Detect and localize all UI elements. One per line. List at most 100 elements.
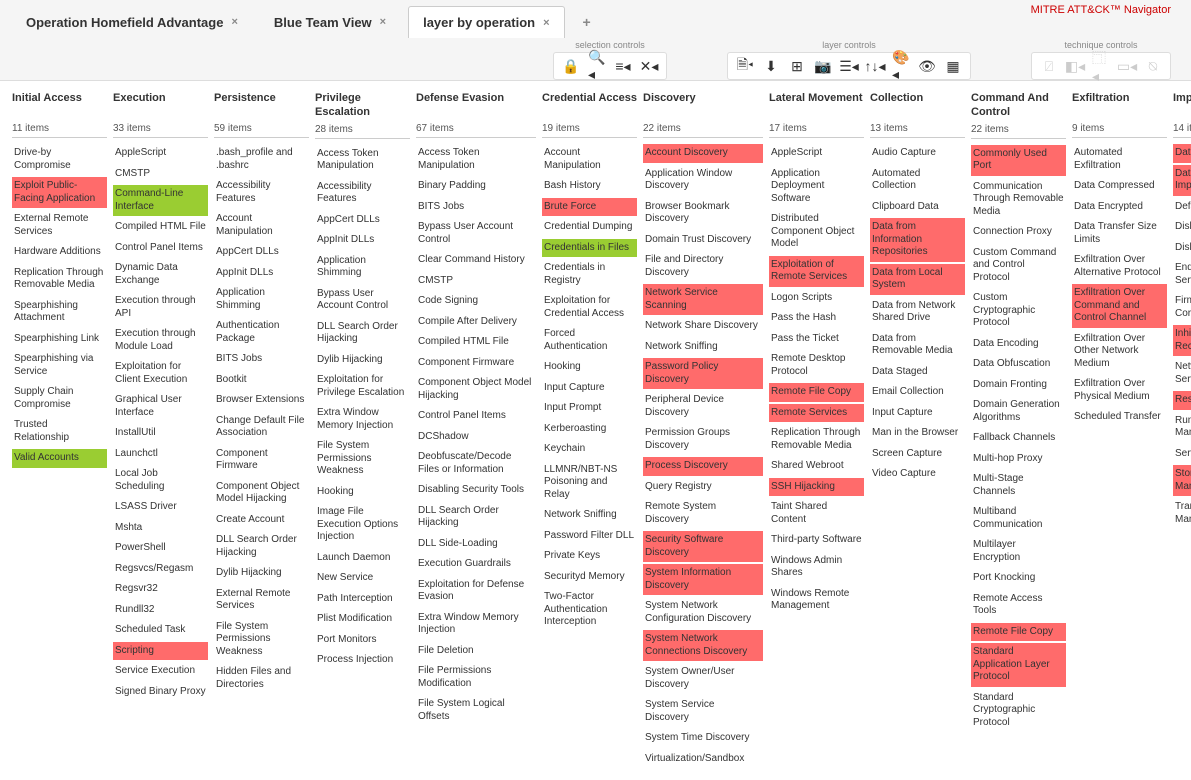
technique-cell[interactable]: Standard Cryptographic Protocol [971, 689, 1066, 733]
technique-cell[interactable]: Data Compressed [1072, 177, 1167, 196]
technique-cell[interactable]: InstallUtil [113, 424, 208, 443]
technique-cell[interactable]: System Information Discovery [643, 564, 763, 595]
technique-cell[interactable]: Forced Authentication [542, 325, 637, 356]
technique-cell[interactable]: AppInit DLLs [214, 264, 309, 283]
technique-cell[interactable]: Brute Force [542, 198, 637, 217]
technique-cell[interactable]: System Network Configuration Discovery [643, 597, 763, 628]
sort-icon[interactable]: ↑↓◂ [866, 57, 884, 75]
technique-cell[interactable]: Virtualization/Sandbox [643, 750, 763, 769]
technique-cell[interactable]: LSASS Driver [113, 498, 208, 517]
technique-cell[interactable]: Exploitation of Remote Services [769, 256, 864, 287]
technique-cell[interactable]: External Remote Services [12, 210, 107, 241]
close-tab-icon[interactable]: × [543, 17, 549, 29]
technique-cell[interactable]: Port Knocking [971, 569, 1066, 588]
technique-cell[interactable]: Account Manipulation [542, 144, 637, 175]
technique-cell[interactable]: Process Discovery [643, 457, 763, 476]
technique-cell[interactable]: File System Permissions Weakness [315, 437, 410, 481]
technique-cell[interactable]: Data Destruction [1173, 144, 1191, 163]
technique-cell[interactable]: Compile After Delivery [416, 313, 536, 332]
technique-cell[interactable]: Extra Window Memory Injection [315, 404, 410, 435]
technique-cell[interactable]: Browser Bookmark Discovery [643, 198, 763, 229]
technique-cell[interactable]: Access Token Manipulation [416, 144, 536, 175]
technique-cell[interactable]: Data Encrypted [1072, 198, 1167, 217]
technique-cell[interactable]: Network Sniffing [542, 506, 637, 525]
technique-cell[interactable]: Password Filter DLL [542, 527, 637, 546]
technique-cell[interactable]: DCShadow [416, 428, 536, 447]
tactic-header[interactable]: Impact [1173, 91, 1191, 119]
technique-cell[interactable]: Disk Content Wipe [1173, 218, 1191, 237]
technique-cell[interactable]: Password Policy Discovery [643, 358, 763, 389]
technique-cell[interactable]: Multi-Stage Channels [971, 470, 1066, 501]
technique-cell[interactable]: Application Shimming [214, 284, 309, 315]
layer-tab[interactable]: Operation Homefield Advantage× [12, 6, 252, 38]
clear-icon[interactable]: ⍉ [1144, 57, 1162, 75]
technique-cell[interactable]: Shared Webroot [769, 457, 864, 476]
deselect-icon[interactable]: ✕◂ [640, 57, 658, 75]
technique-cell[interactable]: System Owner/User Discovery [643, 663, 763, 694]
lock-icon[interactable]: 🔒 [562, 57, 580, 75]
technique-cell[interactable]: Signed Binary Proxy [113, 683, 208, 702]
technique-cell[interactable]: Data Encoding [971, 335, 1066, 354]
technique-cell[interactable]: Windows Remote Management [769, 585, 864, 616]
technique-cell[interactable]: Multiband Communication [971, 503, 1066, 534]
technique-cell[interactable]: Execution Guardrails [416, 555, 536, 574]
technique-cell[interactable]: Bypass User Account Control [416, 218, 536, 249]
technique-cell[interactable]: Fallback Channels [971, 429, 1066, 448]
technique-cell[interactable]: File and Directory Discovery [643, 251, 763, 282]
technique-cell[interactable]: Supply Chain Compromise [12, 383, 107, 414]
technique-cell[interactable]: Custom Cryptographic Protocol [971, 289, 1066, 333]
technique-cell[interactable]: Code Signing [416, 292, 536, 311]
technique-cell[interactable]: Exploitation for Privilege Escalation [315, 371, 410, 402]
technique-cell[interactable]: Data from Information Repositories [870, 218, 965, 262]
tactic-header[interactable]: Command And Control [971, 91, 1066, 120]
multiselect-icon[interactable]: ≡◂ [614, 57, 632, 75]
background-icon[interactable]: ◧◂ [1066, 57, 1084, 75]
technique-cell[interactable]: Plist Modification [315, 610, 410, 629]
technique-cell[interactable]: SSH Hijacking [769, 478, 864, 497]
technique-cell[interactable]: Exploit Public-Facing Application [12, 177, 107, 208]
technique-cell[interactable]: Scheduled Task [113, 621, 208, 640]
technique-cell[interactable]: Man in the Browser [870, 424, 965, 443]
technique-cell[interactable]: Replication Through Removable Media [769, 424, 864, 455]
technique-cell[interactable]: Hardware Additions [12, 243, 107, 262]
technique-cell[interactable]: Network Share Discovery [643, 317, 763, 336]
technique-cell[interactable]: Account Manipulation [214, 210, 309, 241]
technique-cell[interactable]: Transmitted Data Manipulation [1173, 498, 1191, 529]
technique-cell[interactable]: Hooking [315, 483, 410, 502]
tactic-header[interactable]: Discovery [643, 91, 763, 119]
technique-cell[interactable]: Private Keys [542, 547, 637, 566]
technique-cell[interactable]: Input Capture [870, 404, 965, 423]
technique-cell[interactable]: Remote File Copy [769, 383, 864, 402]
technique-cell[interactable]: Exploitation for Client Execution [113, 358, 208, 389]
technique-cell[interactable]: File Deletion [416, 642, 536, 661]
technique-cell[interactable]: Domain Generation Algorithms [971, 396, 1066, 427]
disable-icon[interactable]: ⍁ [1040, 57, 1058, 75]
technique-cell[interactable]: AppleScript [113, 144, 208, 163]
close-tab-icon[interactable]: × [231, 16, 237, 28]
technique-cell[interactable]: Service Stop [1173, 445, 1191, 464]
technique-cell[interactable]: Regsvr32 [113, 580, 208, 599]
technique-cell[interactable]: Input Prompt [542, 399, 637, 418]
technique-cell[interactable]: Control Panel Items [416, 407, 536, 426]
technique-cell[interactable]: Browser Extensions [214, 391, 309, 410]
technique-cell[interactable]: DLL Search Order Hijacking [214, 531, 309, 562]
technique-cell[interactable]: Component Object Model Hijacking [214, 478, 309, 509]
technique-cell[interactable]: CMSTP [113, 165, 208, 184]
technique-cell[interactable]: Logon Scripts [769, 289, 864, 308]
technique-cell[interactable]: Remote Services [769, 404, 864, 423]
tactic-header[interactable]: Persistence [214, 91, 309, 119]
technique-cell[interactable]: Regsvcs/Regasm [113, 560, 208, 579]
technique-cell[interactable]: Graphical User Interface [113, 391, 208, 422]
technique-cell[interactable]: Multilayer Encryption [971, 536, 1066, 567]
technique-cell[interactable]: Compiled HTML File [416, 333, 536, 352]
technique-cell[interactable]: Security Software Discovery [643, 531, 763, 562]
tactic-header[interactable]: Credential Access [542, 91, 637, 119]
technique-cell[interactable]: Multi-hop Proxy [971, 450, 1066, 469]
technique-cell[interactable]: Change Default File Association [214, 412, 309, 443]
technique-cell[interactable]: Input Capture [542, 379, 637, 398]
technique-cell[interactable]: System Time Discovery [643, 729, 763, 748]
technique-cell[interactable]: Exfiltration Over Other Network Medium [1072, 330, 1167, 374]
technique-cell[interactable]: Data Staged [870, 363, 965, 382]
technique-cell[interactable]: Spearphishing via Service [12, 350, 107, 381]
technique-cell[interactable]: File System Permissions Weakness [214, 618, 309, 662]
